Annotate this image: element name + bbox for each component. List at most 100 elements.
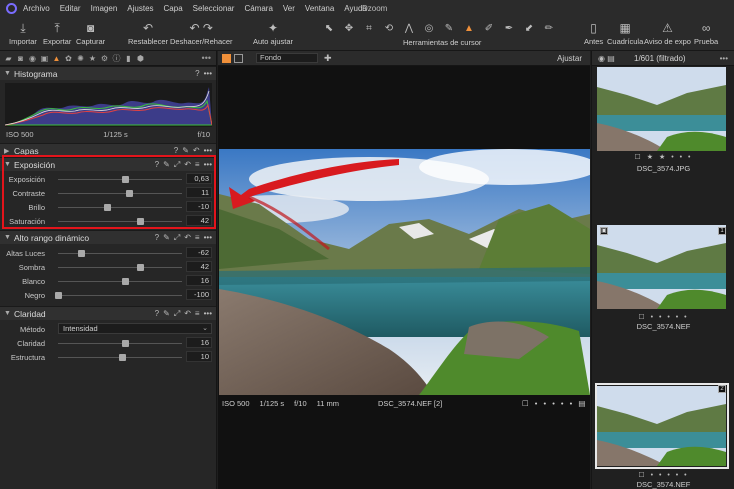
proof-button[interactable]: ∞ Prueba [694,19,718,46]
help-icon[interactable]: ? [155,233,159,243]
slider-handle[interactable] [122,340,130,347]
thumbnail-2[interactable] [597,225,726,309]
composition-tab-icon[interactable]: ▣ [40,54,49,63]
color-tab-icon[interactable]: ✿ [64,54,73,63]
spot-icon[interactable]: ◎ [422,21,436,35]
output-tab-icon[interactable]: ⚙ [100,54,109,63]
fit-button[interactable]: Ajustar [557,54,582,63]
more-icon[interactable]: ••• [202,53,211,63]
help-icon[interactable]: ? [195,69,199,78]
slider-value-field[interactable]: 16 [186,337,212,348]
picker-icon[interactable]: ✎ [182,146,189,155]
auto-adjust-button[interactable]: ✦ Auto ajustar [253,19,293,46]
reset-icon[interactable]: ↶ [193,146,200,155]
picker-icon[interactable]: ✎ [163,233,170,243]
slider-value-field[interactable]: 16 [186,275,212,286]
slider-track[interactable] [58,267,182,268]
menu-ajustes[interactable]: Ajustes [127,4,153,13]
expand-arrow-icon: ▼ [4,234,11,241]
copy-icon[interactable]: ⤢ [174,309,180,319]
capture-tab-icon[interactable]: ◙ [16,54,25,63]
add-icon[interactable]: ✚ [324,53,332,64]
more-icon[interactable]: ••• [204,233,212,243]
pan-icon[interactable]: ✥ [342,21,356,35]
slider-track[interactable] [58,253,182,254]
pen-icon[interactable]: ✒ [502,21,516,35]
method-select[interactable]: Intensidad ⌄ [58,323,212,334]
viewer-rating[interactable]: ☐ • • • • • ▤ [522,399,587,408]
crop-icon[interactable]: ⌗ [362,21,376,35]
more-icon[interactable]: ••• [720,54,728,63]
presets-icon[interactable]: ≡ [195,233,200,243]
more-icon[interactable]: ••• [204,309,212,319]
export-button[interactable]: ⤒ Exportar [43,19,71,47]
exposure-warning-button[interactable]: ⚠ Aviso de expo [644,19,691,46]
eye-icon[interactable]: ◉ ▤ [598,54,615,63]
slider-value-field[interactable]: -100 [186,289,212,300]
hdr-title: Alto rango dinámico [14,232,90,243]
details-tab-icon[interactable]: ✺ [76,54,85,63]
help-icon[interactable]: ? [174,146,178,155]
menu-camara[interactable]: Cámara [244,4,272,13]
thumbnail-3-rating[interactable]: ☐ • • • • • [592,471,734,479]
menu-capa[interactable]: Capa [164,4,183,13]
slider-handle[interactable] [118,354,126,361]
picker-icon[interactable]: ✎ [442,21,456,35]
library-tab-icon[interactable]: ▰ [4,54,13,63]
slider-handle[interactable] [136,264,144,271]
help-icon[interactable]: ? [155,309,159,319]
picker-icon[interactable]: ✎ [163,309,170,319]
select-cursor-icon[interactable]: ⬉ [322,21,336,35]
metadata-tab-icon[interactable]: ⓘ [112,54,121,63]
annotate-icon[interactable]: ✏ [542,21,556,35]
menu-imagen[interactable]: Imagen [91,4,118,13]
menu-ventana[interactable]: Ventana [305,4,334,13]
slider-value-field[interactable]: -62 [186,247,212,258]
brush-icon[interactable]: ▲ [462,21,476,35]
eraser-icon[interactable]: ✐ [482,21,496,35]
capture-button[interactable]: ◙ Capturar [76,19,105,46]
keystone-icon[interactable]: ⋀ [402,21,416,35]
multi-view-icon[interactable] [234,53,243,63]
single-view-icon[interactable] [222,53,231,63]
batch-tab-icon[interactable]: ▮ [124,54,133,63]
presets-icon[interactable]: ≡ [195,309,200,319]
reset-button[interactable]: ↶ Restablecer [128,19,168,46]
gradient-icon[interactable]: ⬋ [522,21,536,35]
slider-handle[interactable] [55,292,62,299]
thumbnail-1-rating[interactable]: ☐ ★ ★ • • • [592,153,734,161]
menu-seleccionar[interactable]: Seleccionar [193,4,235,13]
more-icon[interactable]: ••• [204,69,212,78]
styles-tab-icon[interactable]: ⬢ [136,54,145,63]
menu-editar[interactable]: Editar [60,4,81,13]
lens-tab-icon[interactable]: ◉ [28,54,37,63]
slider-track[interactable] [58,281,182,282]
slider-value-field[interactable]: 42 [186,261,212,272]
slider-value-field[interactable]: 10 [186,351,212,362]
before-button[interactable]: ▯ Antes [584,19,603,46]
reset-icon[interactable]: ↶ [184,309,191,319]
grid-button[interactable]: ▦ Cuadrícula [607,19,643,46]
thumbnail-1[interactable] [597,67,726,151]
histogram-plot [5,83,212,127]
thumbnail-2-caption: DSC_3574.NEF [636,322,691,331]
thumbnail-2-rating[interactable]: ☐ • • • • • [592,313,734,321]
reset-icon[interactable]: ↶ [184,233,191,243]
background-select[interactable]: Fondo [256,53,318,63]
histogram-header[interactable]: ▼ Histograma ? ••• [0,66,216,80]
slider-track[interactable] [58,343,182,344]
menu-ver[interactable]: Ver [283,4,295,13]
more-icon[interactable]: ••• [204,146,212,155]
slider-handle[interactable] [122,278,130,285]
exposure-tab-icon[interactable]: ▲ [52,54,61,63]
menu-archivo[interactable]: Archivo [23,4,50,13]
slider-handle[interactable] [77,250,85,257]
copy-icon[interactable]: ⤢ [174,233,180,243]
rotate-icon[interactable]: ⟲ [382,21,396,35]
adjustments-tab-icon[interactable]: ★ [88,54,97,63]
slider-track[interactable] [58,295,182,296]
undo-redo-button[interactable]: ↶ ↷ Deshacer/Rehacer [170,19,233,46]
clarity-header[interactable]: ▼ Claridad ? ✎ ⤢ ↶ ≡ ••• [0,306,216,320]
import-button[interactable]: ⤓ Importar [9,19,37,47]
hdr-header[interactable]: ▼ Alto rango dinámico ? ✎ ⤢ ↶ ≡ ••• [0,230,216,244]
